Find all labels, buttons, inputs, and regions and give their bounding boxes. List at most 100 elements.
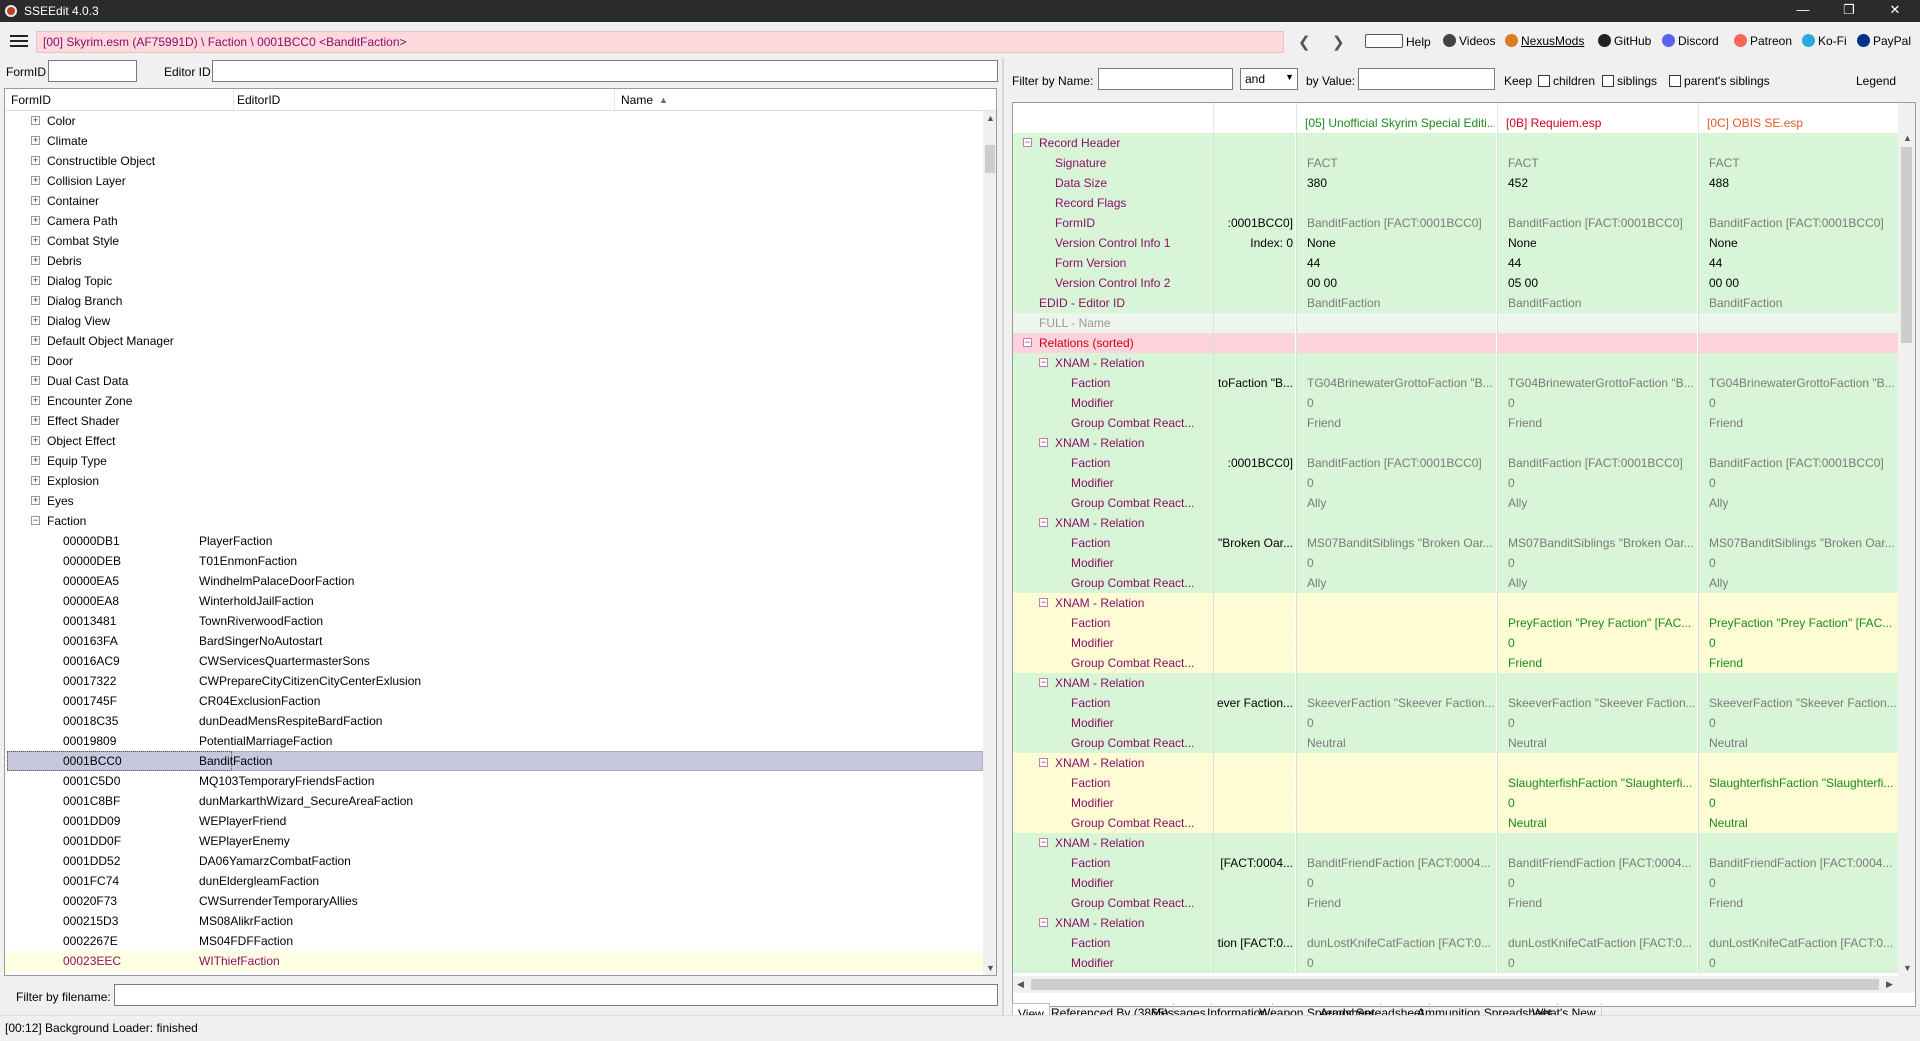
record-field-row[interactable]: − Record Header <box>1013 133 1898 153</box>
field-value-usse[interactable] <box>1296 773 1496 793</box>
field-value-usse[interactable] <box>1296 333 1496 353</box>
field-value-usse[interactable] <box>1296 613 1496 633</box>
minimize-button[interactable]: — <box>1780 0 1826 22</box>
breadcrumb[interactable]: [00] Skyrim.esm (AF75991D) \ Faction \ 0… <box>36 31 1284 53</box>
field-value-obis[interactable]: BanditFriendFaction [FACT:0004... <box>1698 853 1898 873</box>
field-value-usse[interactable]: BanditFaction <box>1296 293 1496 313</box>
field-value-obis[interactable]: MS07BanditSiblings "Broken Oar... <box>1698 533 1898 553</box>
grid-scroll-down-icon[interactable]: ▼ <box>1903 963 1912 973</box>
grid-hscroll-thumb[interactable] <box>1031 979 1879 990</box>
field-value-usse[interactable]: None <box>1296 233 1496 253</box>
tree-category[interactable]: + Door <box>5 351 983 371</box>
tree-record-row[interactable]: 0001BCC0 BanditFaction <box>5 751 983 771</box>
field-value-usse[interactable]: Ally <box>1296 493 1496 513</box>
field-value-master[interactable] <box>1213 473 1295 493</box>
record-field-row[interactable]: Faction "Broken Oar... MS07BanditSiblings … <box>1013 533 1898 553</box>
field-value-obis[interactable]: SkeeverFaction "Skeever Faction... <box>1698 693 1898 713</box>
record-field-row[interactable]: Faction SlaughterfishFaction "Slaughterfi… <box>1013 773 1898 793</box>
children-checkbox[interactable]: children <box>1538 74 1595 88</box>
record-field-row[interactable]: − Relations (sorted) <box>1013 333 1898 353</box>
field-value-master[interactable] <box>1213 413 1295 433</box>
field-value-master[interactable] <box>1213 873 1295 893</box>
expand-icon[interactable]: + <box>31 336 40 345</box>
record-field-row[interactable]: Faction ever Faction... SkeeverFaction "Sk… <box>1013 693 1898 713</box>
field-value-master[interactable] <box>1213 133 1295 153</box>
expand-icon[interactable]: + <box>31 496 40 505</box>
tree-category[interactable]: + Dialog Branch <box>5 291 983 311</box>
field-value-obis[interactable]: 0 <box>1698 953 1898 973</box>
collapse-icon[interactable]: − <box>1039 598 1048 607</box>
field-value-requiem[interactable]: Friend <box>1497 893 1697 913</box>
scroll-down-icon[interactable]: ▼ <box>986 963 995 973</box>
column-formid[interactable]: FormID <box>11 93 51 107</box>
field-value-requiem[interactable]: BanditFriendFaction [FACT:0004... <box>1497 853 1697 873</box>
field-value-master[interactable]: :0001BCC0] <box>1213 213 1295 233</box>
menu-icon[interactable] <box>10 35 28 49</box>
field-value-usse[interactable] <box>1296 833 1496 853</box>
grid-horizontal-scrollbar[interactable]: ◀ ▶ <box>1013 976 1898 993</box>
tree-record-row[interactable]: 00017322 CWPrepareCityCitizenCityCenterEx… <box>5 671 983 691</box>
tree-record-row[interactable]: 00000DEB T01EnmonFaction <box>5 551 983 571</box>
field-value-obis[interactable]: Ally <box>1698 493 1898 513</box>
filter-name-input[interactable] <box>1098 68 1233 90</box>
record-field-row[interactable]: − XNAM - Relation <box>1013 913 1898 933</box>
field-value-requiem[interactable]: Ally <box>1497 493 1697 513</box>
field-value-requiem[interactable]: SkeeverFaction "Skeever Faction... <box>1497 693 1697 713</box>
kofi-link[interactable]: Ko-Fi <box>1802 34 1847 48</box>
field-value-master[interactable] <box>1213 633 1295 653</box>
tree-record-row[interactable]: 00019809 PotentialMarriageFaction <box>5 731 983 751</box>
field-value-obis[interactable]: BanditFaction [FACT:0001BCC0] <box>1698 213 1898 233</box>
field-value-requiem[interactable]: FACT <box>1497 153 1697 173</box>
field-value-obis[interactable]: FACT <box>1698 153 1898 173</box>
field-value-requiem[interactable] <box>1497 353 1697 373</box>
field-value-obis[interactable]: PreyFaction "Prey Faction" [FAC... <box>1698 613 1898 633</box>
field-value-requiem[interactable]: dunLostKnifeCatFaction [FACT:0... <box>1497 933 1697 953</box>
record-field-row[interactable]: − XNAM - Relation <box>1013 353 1898 373</box>
expand-icon[interactable]: + <box>31 216 40 225</box>
record-field-row[interactable]: Modifier 0 0 0 <box>1013 713 1898 733</box>
record-field-row[interactable]: Faction PreyFaction "Prey Faction" [FAC..… <box>1013 613 1898 633</box>
discord-link[interactable]: Discord <box>1662 34 1719 48</box>
field-value-requiem[interactable]: 452 <box>1497 173 1697 193</box>
expand-icon[interactable]: + <box>31 276 40 285</box>
field-value-usse[interactable] <box>1296 313 1496 333</box>
tree-record-row[interactable]: 00000DB1 PlayerFaction <box>5 531 983 551</box>
formid-input[interactable] <box>48 60 137 82</box>
field-value-usse[interactable] <box>1296 753 1496 773</box>
record-field-row[interactable]: − XNAM - Relation <box>1013 673 1898 693</box>
tree-scrollbar[interactable]: ▲ ▼ <box>983 111 996 975</box>
field-value-usse[interactable]: 0 <box>1296 553 1496 573</box>
tree-record-row[interactable]: 00023EEC WIThiefFaction <box>5 951 983 971</box>
tree-record-row[interactable]: 0001DD0F WEPlayerEnemy <box>5 831 983 851</box>
field-value-usse[interactable]: 380 <box>1296 173 1496 193</box>
field-value-usse[interactable]: dunLostKnifeCatFaction [FACT:0... <box>1296 933 1496 953</box>
tree-category[interactable]: + Camera Path <box>5 211 983 231</box>
collapse-icon[interactable]: − <box>1039 358 1048 367</box>
scroll-up-icon[interactable]: ▲ <box>986 113 995 123</box>
tree-record-row[interactable]: 0001745F CR04ExclusionFaction <box>5 691 983 711</box>
expand-icon[interactable]: + <box>31 316 40 325</box>
record-field-row[interactable]: Faction [FACT:0004... BanditFriendFaction … <box>1013 853 1898 873</box>
tree-record-row[interactable]: 00013481 TownRiverwoodFaction <box>5 611 983 631</box>
record-field-row[interactable]: − XNAM - Relation <box>1013 433 1898 453</box>
field-value-requiem[interactable] <box>1497 913 1697 933</box>
close-button[interactable]: ✕ <box>1872 0 1918 22</box>
field-value-obis[interactable]: 0 <box>1698 793 1898 813</box>
help-link[interactable]: Help <box>1365 34 1431 49</box>
field-value-requiem[interactable]: 0 <box>1497 873 1697 893</box>
tree-category[interactable]: + Equip Type <box>5 451 983 471</box>
back-arrow-icon[interactable]: ❮ <box>1298 33 1311 51</box>
tree-record-row[interactable]: 0001DD09 WEPlayerFriend <box>5 811 983 831</box>
field-value-master[interactable] <box>1213 833 1295 853</box>
tree-category-faction[interactable]: − Faction <box>5 511 983 531</box>
field-value-obis[interactable]: Neutral <box>1698 813 1898 833</box>
field-value-obis[interactable]: 0 <box>1698 473 1898 493</box>
record-field-row[interactable]: Version Control Info 2 00 00 05 00 00 00 <box>1013 273 1898 293</box>
field-value-usse[interactable] <box>1296 653 1496 673</box>
column-name[interactable]: Name <box>621 93 653 107</box>
field-value-obis[interactable]: dunLostKnifeCatFaction [FACT:0... <box>1698 933 1898 953</box>
field-value-requiem[interactable] <box>1497 593 1697 613</box>
field-value-master[interactable] <box>1213 513 1295 533</box>
paypal-link[interactable]: PayPal <box>1857 34 1911 48</box>
tree-category[interactable]: + Dialog Topic <box>5 271 983 291</box>
